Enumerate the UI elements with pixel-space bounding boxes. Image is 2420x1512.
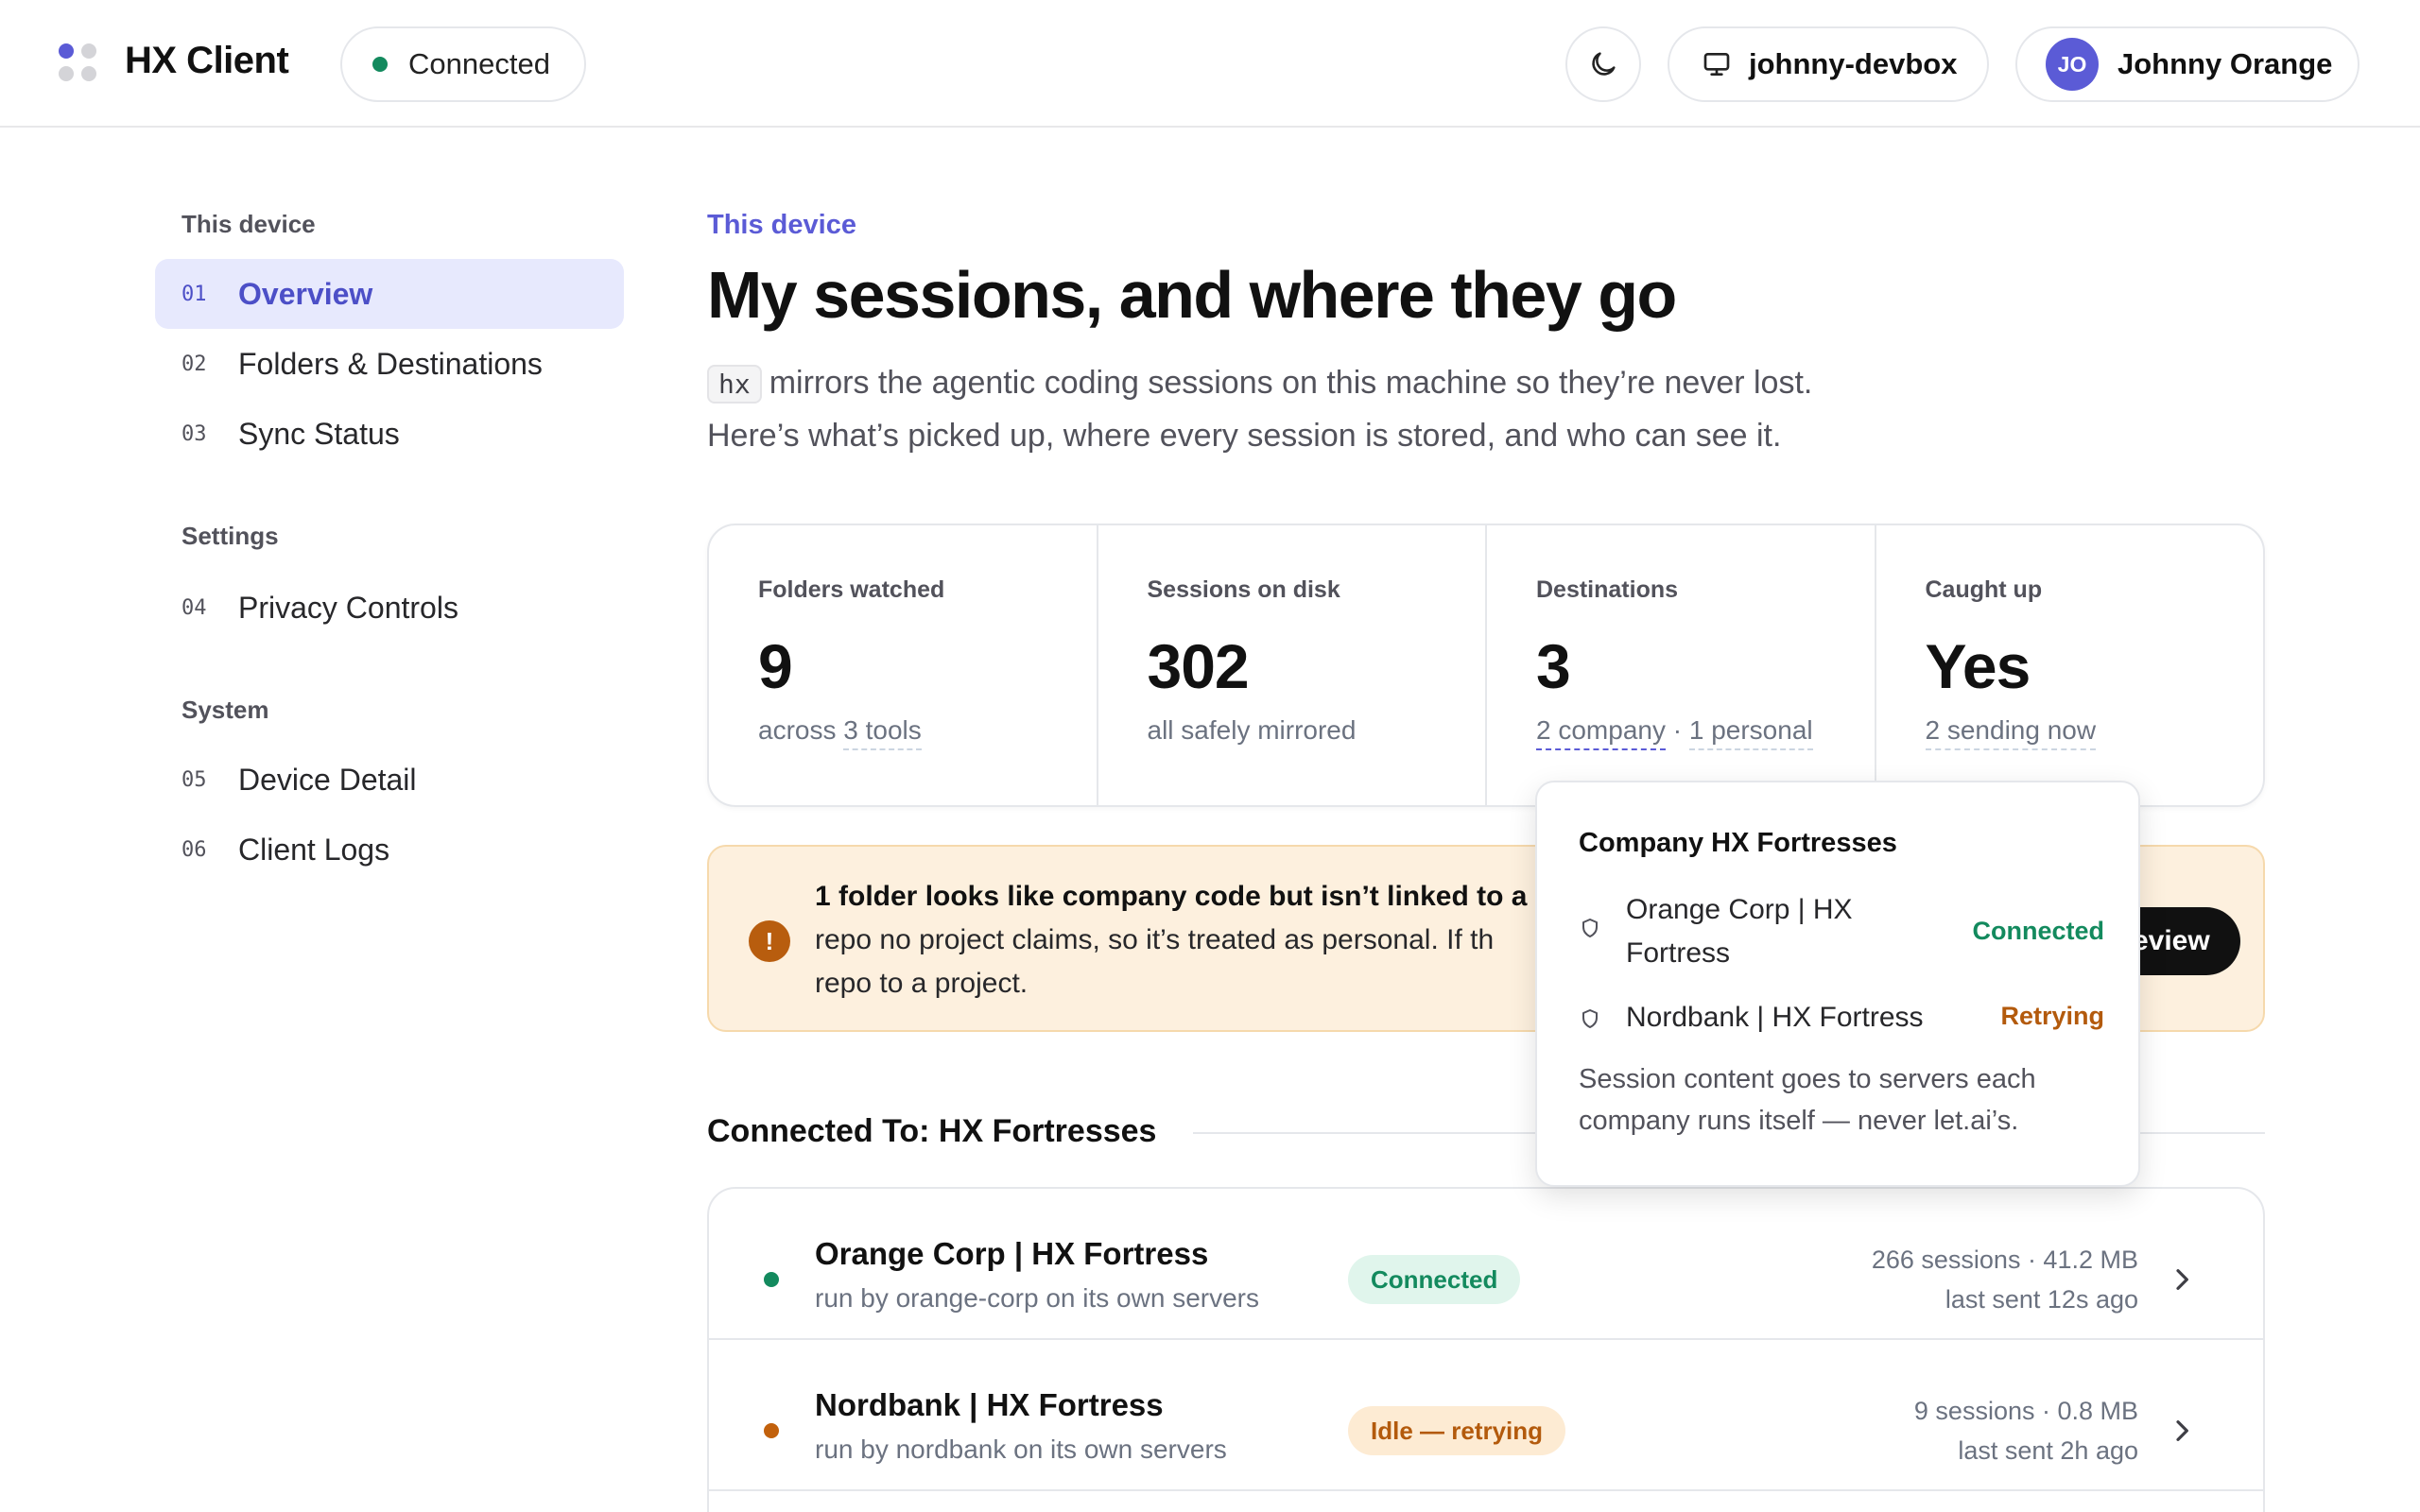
popover-note-line: company runs itself — never let.ai’s. — [1579, 1106, 2019, 1136]
warning-headline: 1 folder looks like company code but isn… — [815, 881, 1528, 912]
shield-icon — [1582, 919, 1598, 937]
page-lead: hx mirrors the agentic coding sessions on… — [707, 357, 1936, 461]
destination-owner: run by nordbank on its own servers — [815, 1435, 1227, 1464]
stat-folders-watched: Folders watched 9 across 3 tools — [709, 525, 1098, 805]
popover-item-nordbank[interactable]: Nordbank | HX Fortress Retrying — [1579, 996, 2104, 1043]
section-title: Connected To: HX Fortresses — [707, 1113, 1157, 1149]
stat-value: 3 — [1536, 631, 1571, 701]
code-inline: hx — [707, 365, 762, 404]
destination-session-count: 266 sessions · 41.2 MB — [1871, 1246, 2138, 1274]
theme-toggle-button[interactable] — [1565, 26, 1641, 102]
stat-sub: across — [758, 715, 844, 745]
sidebar-item-overview[interactable]: 01 Overview — [155, 259, 624, 329]
sending-now-trigger[interactable]: 2 sending now — [1925, 715, 2097, 750]
popover-item-name: Orange Corp | HX Fortress — [1626, 888, 1853, 975]
sidebar-item-device-detail[interactable]: 05 Device Detail — [155, 745, 624, 815]
stat-value: 302 — [1147, 631, 1250, 701]
sidebar-section-title: System — [182, 696, 269, 724]
connection-status-pill[interactable]: Connected — [340, 26, 586, 102]
sidebar-item-label: Sync Status — [238, 416, 400, 451]
popover-note: Session content goes to servers each com… — [1579, 1058, 2108, 1142]
popover-item-status: Retrying — [2000, 1002, 2104, 1030]
device-name: johnny-devbox — [1749, 47, 1958, 80]
destination-last-sent: last sent 12s ago — [1945, 1285, 2138, 1314]
sidebar-item-label: Folders & Destinations — [238, 346, 543, 381]
moon-icon — [1592, 52, 1616, 76]
destination-name: Orange Corp | HX Fortress — [815, 1236, 1209, 1271]
device-button[interactable]: johnny-devbox — [1668, 26, 1989, 102]
top-bar: HX Client Connected johnny-devbox JO Joh… — [0, 0, 2420, 128]
stat-value: Yes — [1925, 631, 2031, 701]
sidebar-item-label: Overview — [238, 276, 373, 311]
shield-icon — [1582, 1009, 1598, 1028]
page-title: My sessions, and where they go — [707, 258, 1677, 332]
user-menu-button[interactable]: JO Johnny Orange — [2015, 26, 2360, 102]
stat-sub: all safely mirrored — [1147, 715, 1357, 745]
destination-owner: run by orange-corp on its own servers — [815, 1283, 1259, 1313]
stat-destinations: Destinations 3 2 company · 1 personal — [1487, 525, 1876, 805]
destination-stats: 9 sessions · 0.8 MB last sent 2h ago — [1914, 1391, 2138, 1470]
chevron-right-icon — [2176, 1420, 2188, 1441]
lead-line: mirrors the agentic coding sessions on t… — [769, 365, 1813, 401]
status-dot-icon — [764, 1423, 779, 1438]
sidebar-item-number: 06 — [182, 837, 207, 862]
exclamation-icon: ! — [749, 920, 790, 962]
stat-label: Caught up — [1925, 576, 2043, 603]
company-destinations-popover: Company HX Fortresses Orange Corp | HX F… — [1535, 781, 2140, 1187]
popover-title: Company HX Fortresses — [1579, 828, 1897, 858]
status-dot-icon — [372, 57, 388, 72]
sidebar-item-privacy-controls[interactable]: 04 Privacy Controls — [155, 573, 624, 643]
stat-label: Folders watched — [758, 576, 945, 603]
sidebar-item-label: Privacy Controls — [238, 590, 458, 625]
stats-card: Folders watched 9 across 3 tools Session… — [707, 524, 2265, 807]
personal-destinations-trigger[interactable]: 1 personal — [1688, 715, 1813, 750]
sidebar-item-number: 04 — [182, 595, 207, 620]
stat-value: 9 — [758, 631, 793, 701]
popover-note-line: Session content goes to servers each — [1579, 1064, 2036, 1094]
popover-item-name-line: Fortress — [1626, 937, 1731, 969]
stat-label: Destinations — [1536, 576, 1679, 603]
destination-session-count: 9 sessions · 0.8 MB — [1913, 1397, 2138, 1425]
user-name: Johnny Orange — [2118, 47, 2333, 80]
monitor-icon — [1703, 52, 1730, 76]
stat-caught-up: Caught up Yes 2 sending now — [1876, 525, 2264, 805]
chevron-right-icon — [2176, 1269, 2188, 1290]
destinations-list: Orange Corp | HX Fortress run by orange-… — [707, 1187, 2265, 1512]
stat-sub-separator: · — [1665, 715, 1689, 745]
sidebar-item-label: Client Logs — [238, 832, 390, 867]
popover-item-name: Nordbank | HX Fortress — [1626, 1002, 1924, 1033]
popover-item-orange-corp[interactable]: Orange Corp | HX Fortress Connected — [1579, 888, 2104, 983]
connection-status-label: Connected — [408, 47, 550, 80]
status-badge: Connected — [1348, 1255, 1521, 1304]
destination-row-nordbank[interactable]: Nordbank | HX Fortress run by nordbank o… — [709, 1340, 2263, 1491]
company-destinations-trigger[interactable]: 2 company — [1536, 715, 1666, 750]
sidebar-item-number: 02 — [182, 352, 207, 376]
status-badge: Idle — retrying — [1348, 1406, 1566, 1455]
stat-sessions-on-disk: Sessions on disk 302 all safely mirrored — [1098, 525, 1487, 805]
sidebar-item-number: 03 — [182, 421, 207, 446]
sidebar-item-number: 01 — [182, 282, 207, 306]
sidebar-item-number: 05 — [182, 767, 207, 792]
destination-stats: 266 sessions · 41.2 MB last sent 12s ago — [1872, 1240, 2138, 1319]
avatar: JO — [2046, 38, 2099, 91]
destination-last-sent: last sent 2h ago — [1958, 1436, 2138, 1465]
stat-label: Sessions on disk — [1147, 576, 1340, 603]
destination-row-orange-corp[interactable]: Orange Corp | HX Fortress run by orange-… — [709, 1189, 2263, 1340]
app-logo-icon — [59, 43, 100, 85]
app-title: HX Client — [125, 40, 289, 81]
sidebar-item-folders-destinations[interactable]: 02 Folders & Destinations — [155, 329, 624, 399]
sidebar-item-client-logs[interactable]: 06 Client Logs — [155, 815, 624, 885]
popover-item-status: Connected — [1972, 917, 2104, 945]
lead-line: Here’s what’s picked up, where every ses… — [707, 418, 1782, 454]
tools-tooltip-trigger[interactable]: 3 tools — [843, 715, 922, 750]
status-dot-icon — [764, 1272, 779, 1287]
popover-item-name-line: Orange Corp | HX — [1626, 894, 1853, 925]
sidebar-section-title: Settings — [182, 522, 279, 550]
sidebar-item-label: Device Detail — [238, 762, 417, 797]
page-eyebrow: This device — [707, 210, 856, 240]
sidebar-section-title: This device — [182, 210, 316, 238]
sidebar-item-sync-status[interactable]: 03 Sync Status — [155, 399, 624, 469]
destination-name: Nordbank | HX Fortress — [815, 1387, 1164, 1422]
